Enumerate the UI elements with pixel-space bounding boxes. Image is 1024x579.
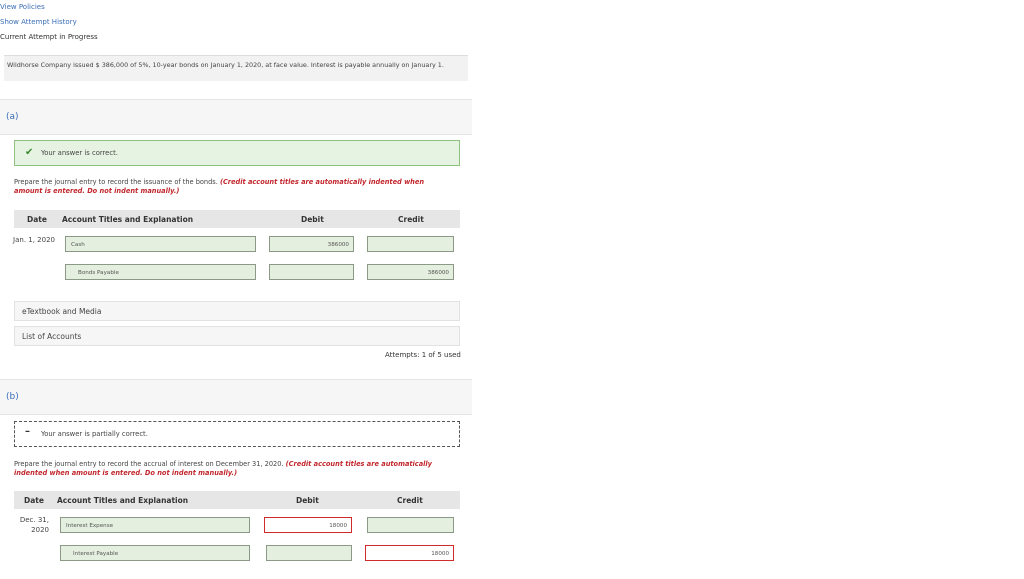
account-input-b1[interactable]: Interest Expense [60,517,250,533]
list-of-accounts-button[interactable]: List of Accounts [14,326,460,346]
credit-input-a1[interactable] [367,236,454,252]
minus-icon: – [25,426,30,437]
account-input-a2[interactable]: Bonds Payable [65,264,256,280]
problem-statement: Wildhorse Company issued $ 386,000 of 5%… [4,55,468,81]
part-a-feedback: ✔ Your answer is correct. [14,140,460,166]
part-b-header: (b) [0,379,472,415]
header-date: Date [27,215,47,224]
show-attempt-history-link[interactable]: Show Attempt History [0,18,77,26]
debit-input-b1[interactable]: 18000 [264,517,352,533]
part-a-feedback-text: Your answer is correct. [41,149,118,157]
current-attempt-label: Current Attempt in Progress [0,33,98,41]
part-a-instruction-text: Prepare the journal entry to record the … [14,178,218,186]
header-debit-b: Debit [296,496,319,505]
part-b-instruction-text: Prepare the journal entry to record the … [14,460,284,468]
account-input-a1[interactable]: Cash [65,236,256,252]
header-credit: Credit [398,215,424,224]
credit-input-a2[interactable]: 386000 [367,264,454,280]
part-b-label: (b) [6,392,19,402]
check-icon: ✔ [25,147,34,158]
part-b-table-header: Date Account Titles and Explanation Debi… [14,491,460,509]
part-a-table-header: Date Account Titles and Explanation Debi… [14,210,460,228]
header-credit-b: Credit [397,496,423,505]
account-input-b2[interactable]: Interest Payable [60,545,250,561]
header-debit: Debit [301,215,324,224]
debit-input-a1[interactable]: 386000 [269,236,354,252]
part-a-header: (a) [0,99,472,135]
part-b-instruction: Prepare the journal entry to record the … [14,460,454,478]
header-date-b: Date [24,496,44,505]
part-a-label: (a) [6,112,19,122]
part-b-date: Dec. 31, 2020 [19,516,49,534]
debit-input-a2[interactable] [269,264,354,280]
part-a-date: Jan. 1, 2020 [13,236,55,244]
debit-input-b2[interactable] [266,545,352,561]
part-b-feedback-text: Your answer is partially correct. [41,430,148,438]
credit-input-b2[interactable]: 18000 [365,545,454,561]
part-a-instruction: Prepare the journal entry to record the … [14,178,454,196]
header-account: Account Titles and Explanation [62,215,194,224]
view-policies-link[interactable]: View Policies [0,3,45,11]
credit-input-b1[interactable] [367,517,454,533]
attempts-counter: Attempts: 1 of 5 used [385,351,461,359]
part-b-feedback: – Your answer is partially correct. [14,421,460,447]
etextbook-media-button[interactable]: eTextbook and Media [14,301,460,321]
header-account-b: Account Titles and Explanation [57,496,189,505]
